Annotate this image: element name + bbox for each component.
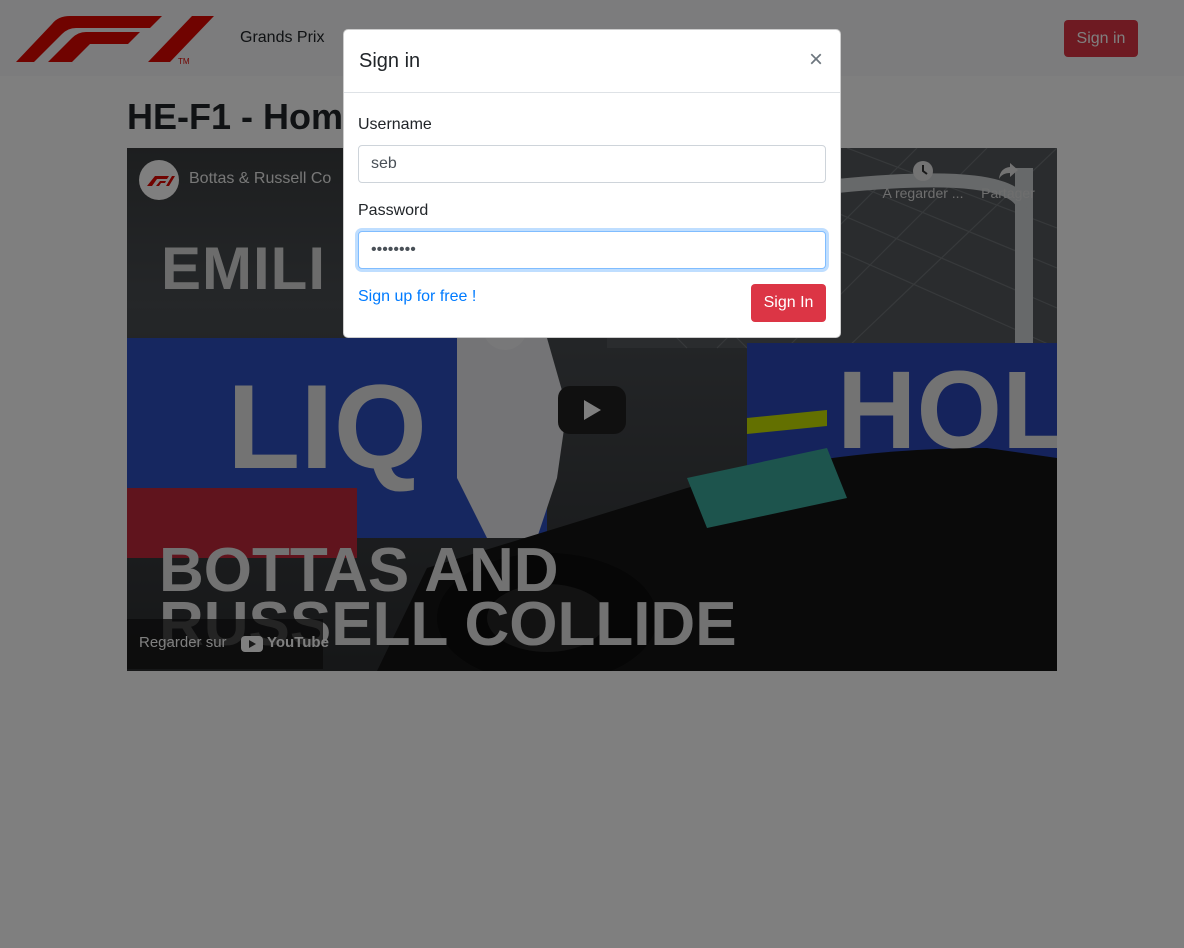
username-label: Username bbox=[358, 116, 432, 133]
signin-modal: Sign in × Username Password Sign up for … bbox=[343, 29, 841, 338]
modal-title: Sign in bbox=[359, 50, 421, 72]
signin-submit-button[interactable]: Sign In bbox=[751, 284, 826, 322]
username-input[interactable] bbox=[358, 145, 826, 183]
password-input[interactable] bbox=[358, 231, 826, 269]
signup-link[interactable]: Sign up for free ! bbox=[358, 288, 476, 306]
modal-header: Sign in × bbox=[344, 30, 840, 93]
close-icon[interactable]: × bbox=[802, 46, 830, 74]
password-label: Password bbox=[358, 202, 429, 219]
